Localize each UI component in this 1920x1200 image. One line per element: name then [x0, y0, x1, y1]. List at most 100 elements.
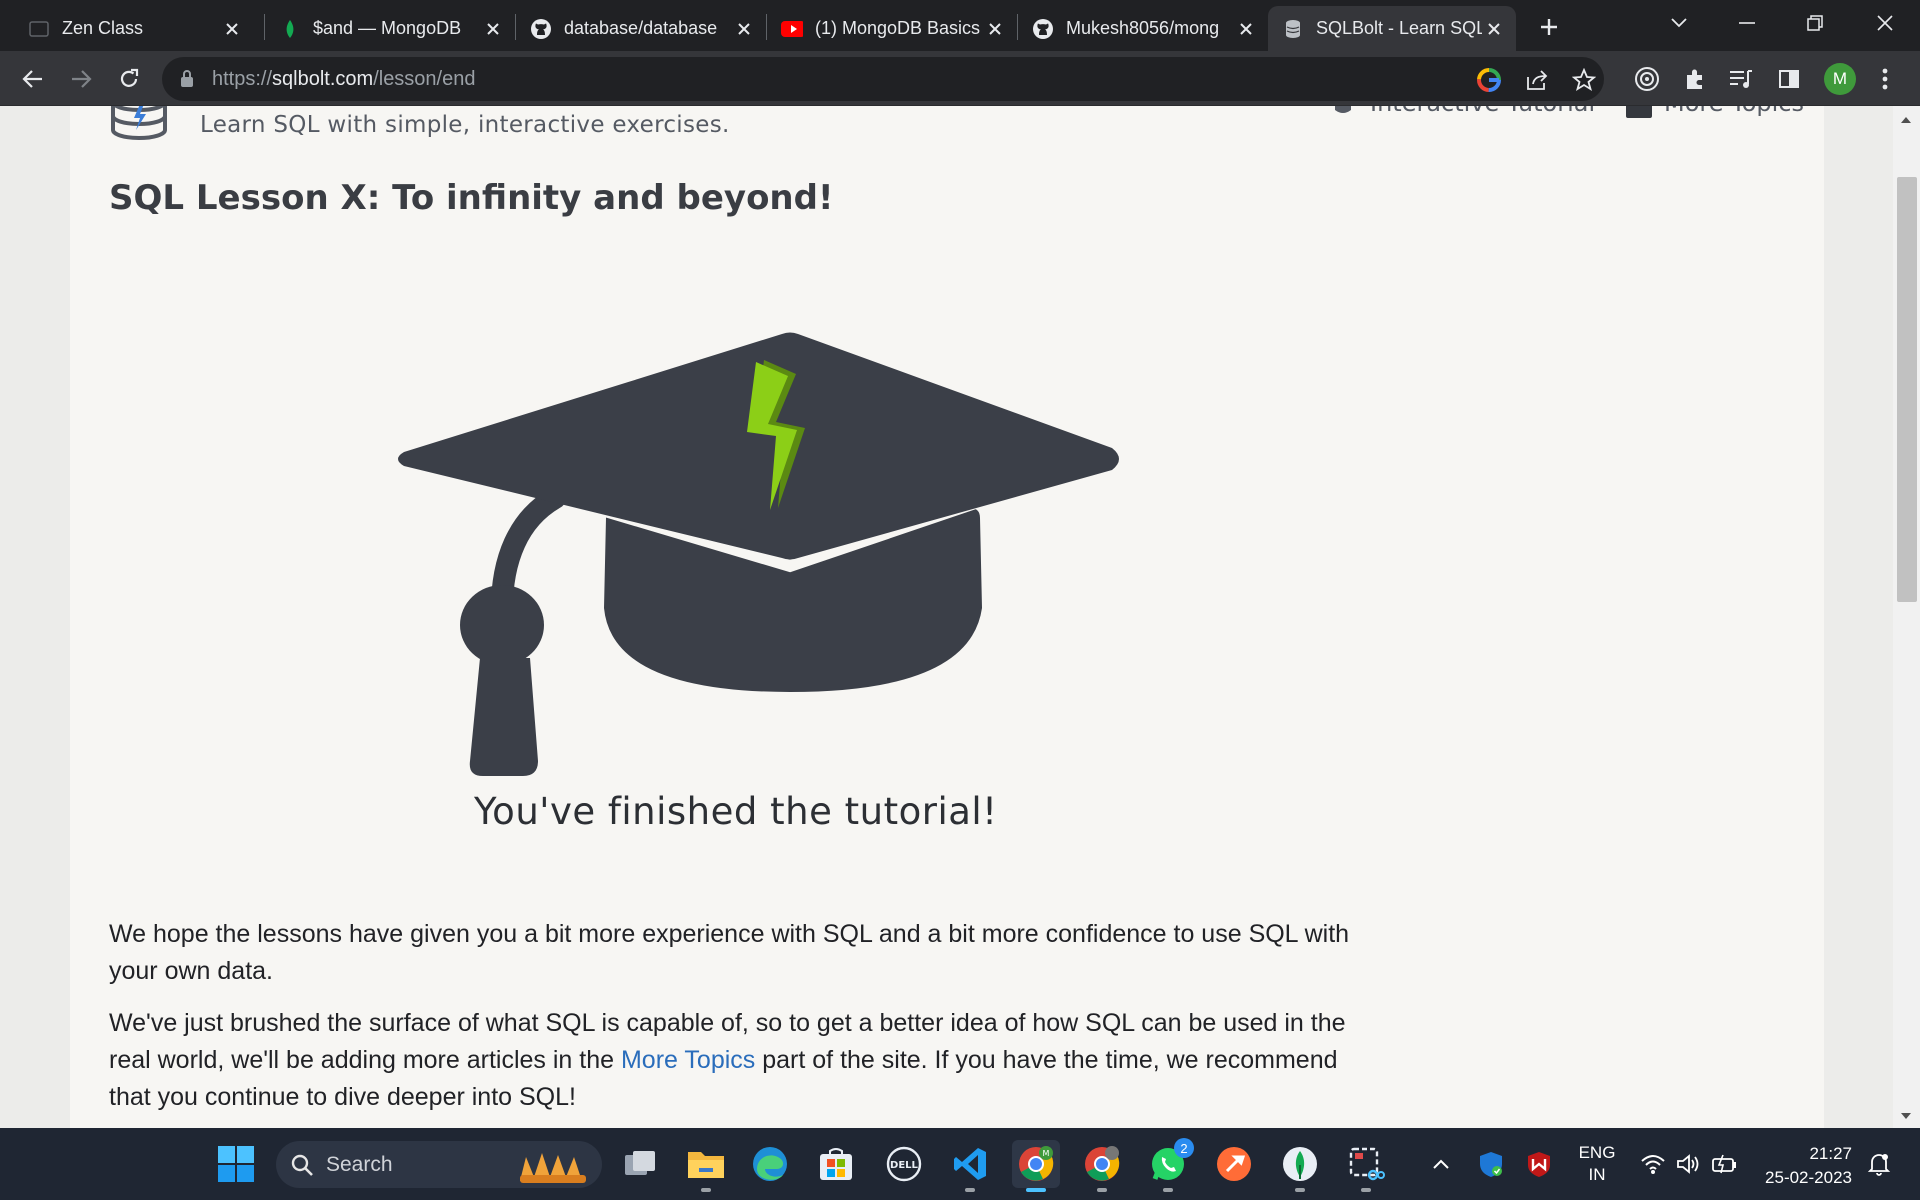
minimize-icon	[1739, 22, 1755, 24]
tab-mongodb-and[interactable]: $and — MongoDB	[265, 6, 515, 51]
close-window-button[interactable]	[1860, 6, 1910, 40]
restore-button[interactable]	[1790, 6, 1840, 40]
microsoft-store-icon	[820, 1148, 852, 1180]
tab-title: Mukesh8056/mong	[1066, 18, 1220, 38]
nav-interactive-tutorial[interactable]: Interactive Tutorial	[1328, 106, 1595, 118]
scroll-down-arrow-icon[interactable]	[1899, 1108, 1913, 1126]
nav-more-topics[interactable]: More Topics	[1626, 106, 1804, 118]
taskbar-mongodb-compass[interactable]	[1276, 1140, 1324, 1192]
windows-security-tray[interactable]	[1474, 1128, 1508, 1200]
dell-icon: DELL	[886, 1146, 922, 1182]
puzzle-icon	[1687, 69, 1702, 89]
github-icon	[1032, 18, 1054, 40]
task-view-button[interactable]	[616, 1140, 664, 1188]
wifi-tray[interactable]	[1636, 1128, 1670, 1200]
forward-button[interactable]	[62, 60, 100, 98]
close-tab-icon[interactable]	[220, 17, 244, 41]
taskbar-whatsapp[interactable]: 2	[1144, 1138, 1194, 1192]
share-icon[interactable]	[1522, 65, 1552, 95]
snipping-tool-icon	[1349, 1147, 1385, 1181]
clock-time: 21:27	[1809, 1144, 1852, 1163]
side-panel-button[interactable]	[1770, 60, 1808, 98]
edge-icon	[753, 1147, 787, 1181]
mcafee-tray[interactable]	[1522, 1128, 1556, 1200]
taskbar-chrome-profile[interactable]	[1078, 1140, 1126, 1192]
taskbar-chrome[interactable]: M	[1012, 1140, 1060, 1192]
new-tab-button[interactable]	[1532, 10, 1566, 44]
whatsapp-unread-badge: 2	[1174, 1138, 1194, 1158]
volume-tray[interactable]	[1672, 1128, 1706, 1200]
reload-button[interactable]	[110, 60, 148, 98]
extension-target-icon	[1635, 67, 1659, 91]
browser-menu-button[interactable]	[1866, 60, 1904, 98]
start-button[interactable]	[212, 1140, 260, 1188]
language-code: ENG	[1578, 1143, 1616, 1162]
minimize-button[interactable]	[1722, 6, 1772, 40]
vscode-icon	[954, 1148, 986, 1180]
taskbar-postman[interactable]	[1210, 1140, 1258, 1188]
taskbar-dell[interactable]: DELL	[880, 1140, 928, 1188]
side-panel-icon	[1779, 70, 1799, 88]
graduation-cap-illustration	[390, 318, 1120, 793]
tab-search-button[interactable]	[1654, 6, 1704, 40]
graduation-cap-icon	[1335, 106, 1351, 113]
mongodb-compass-icon	[1283, 1147, 1317, 1181]
close-tab-icon[interactable]	[1482, 17, 1506, 41]
back-button[interactable]	[14, 60, 52, 98]
close-icon	[1877, 15, 1893, 31]
google-lens-icon[interactable]	[1474, 65, 1504, 95]
chrome-icon: M	[1019, 1146, 1054, 1181]
battery-tray[interactable]	[1708, 1128, 1742, 1200]
speaker-icon	[1677, 1154, 1699, 1174]
tab-sqlbolt[interactable]: SQLBolt - Learn SQL	[1268, 6, 1516, 51]
scroll-up-arrow-icon[interactable]	[1899, 112, 1913, 130]
browser-tab-strip: Zen Class $and — MongoDB database/databa…	[0, 0, 1920, 51]
task-view-icon	[625, 1151, 655, 1175]
youtube-icon	[781, 18, 803, 40]
tab-title: (1) MongoDB Basics	[815, 18, 981, 38]
tab-github-database[interactable]: database/database	[516, 6, 766, 51]
nav-label: More Topics	[1664, 106, 1804, 117]
close-tab-icon[interactable]	[983, 17, 1007, 41]
close-tab-icon[interactable]	[481, 17, 505, 41]
notifications-button[interactable]	[1862, 1128, 1896, 1200]
more-topics-link[interactable]: More Topics	[621, 1046, 755, 1074]
close-tab-icon[interactable]	[732, 17, 756, 41]
taskbar-edge[interactable]	[746, 1140, 794, 1188]
taskbar-snipping-tool[interactable]	[1342, 1140, 1390, 1192]
address-bar[interactable]: https://sqlbolt.com/lesson/end	[162, 57, 1604, 101]
windows-start-icon	[218, 1146, 254, 1182]
media-control-button[interactable]	[1722, 60, 1760, 98]
tab-zen-class[interactable]: Zen Class	[14, 6, 254, 51]
taskbar-vscode[interactable]	[946, 1140, 994, 1192]
lesson-title: SQL Lesson X: To infinity and beyond!	[109, 178, 834, 218]
mcafee-icon	[1528, 1152, 1550, 1177]
search-icon	[291, 1154, 313, 1176]
scrollbar-thumb[interactable]	[1897, 177, 1917, 602]
content-sheet: Learn SQL with simple, interactive exerc…	[70, 106, 1824, 1128]
input-language-indicator[interactable]: ENG IN	[1572, 1142, 1622, 1186]
reload-icon	[120, 68, 139, 87]
taskbar-microsoft-store[interactable]	[812, 1140, 860, 1188]
chevron-down-icon	[1671, 18, 1687, 28]
close-tab-icon[interactable]	[1234, 17, 1258, 41]
taskbar-file-explorer[interactable]	[682, 1140, 730, 1192]
tab-github-mukesh[interactable]: Mukesh8056/mong	[1018, 6, 1268, 51]
profile-avatar[interactable]: M	[1824, 63, 1856, 95]
postman-icon	[1217, 1147, 1251, 1181]
url-text: https://sqlbolt.com/lesson/end	[212, 68, 476, 90]
chrome-profile-icon	[1085, 1146, 1120, 1181]
show-hidden-icons-button[interactable]	[1426, 1128, 1456, 1200]
system-clock[interactable]: 21:27 25-02-2023	[1752, 1142, 1852, 1190]
browser-toolbar: https://sqlbolt.com/lesson/end M	[0, 51, 1920, 106]
extensions-button[interactable]	[1676, 60, 1714, 98]
bookmark-star-icon[interactable]	[1569, 65, 1599, 95]
extension-button[interactable]	[1628, 60, 1666, 98]
more-vertical-icon	[1882, 68, 1888, 90]
taskbar-search[interactable]: Search	[276, 1141, 602, 1188]
sqlbolt-logo-icon[interactable]	[110, 106, 168, 147]
search-highlight-illustration-icon	[520, 1153, 586, 1183]
zen-class-favicon-icon	[28, 18, 50, 40]
tab-youtube-mongodb-basics[interactable]: (1) MongoDB Basics	[767, 6, 1017, 51]
tab-title: $and — MongoDB	[313, 18, 462, 38]
